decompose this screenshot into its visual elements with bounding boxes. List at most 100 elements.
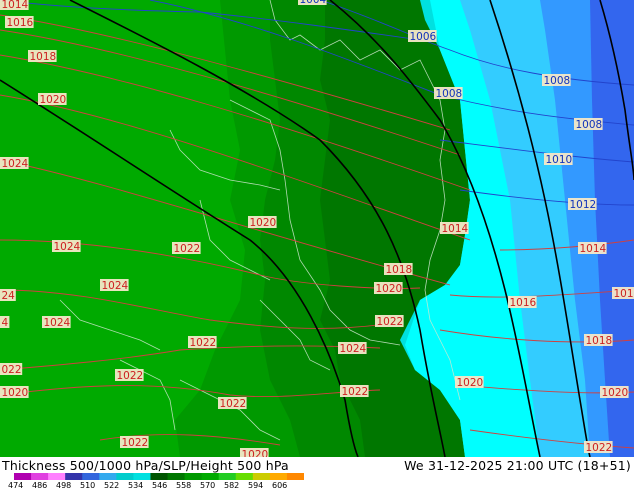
- svg-text:1020: 1020: [376, 283, 403, 295]
- isobar-label: 1020: [248, 216, 277, 229]
- svg-text:1012: 1012: [570, 199, 597, 211]
- isobar-label: 1022: [340, 385, 369, 398]
- isobar-label: 1020: [600, 386, 629, 399]
- svg-text:1014: 1014: [580, 243, 607, 255]
- isobar-label: 1006: [408, 30, 437, 43]
- colorbar-swatch: [65, 473, 83, 480]
- colorbar-tick: 558: [176, 481, 192, 490]
- svg-text:1024: 1024: [2, 158, 29, 170]
- isobar-label: 1018: [384, 263, 413, 276]
- svg-text:1008: 1008: [544, 75, 571, 87]
- colorbar-swatch: [218, 473, 237, 480]
- valid-time: We 31-12-2025 21:00 UTC (18+51): [404, 458, 631, 473]
- svg-text:1020: 1020: [40, 94, 67, 106]
- svg-text:1008: 1008: [436, 88, 463, 100]
- colorbar-tick: 594: [248, 481, 264, 490]
- thickness-colorbar: [14, 473, 304, 480]
- svg-text:1014: 1014: [442, 223, 469, 235]
- colorbar-tick: 510: [80, 481, 96, 490]
- colorbar-swatch: [133, 473, 151, 480]
- colorbar-swatch: [31, 473, 49, 480]
- isobar-label: 1010: [544, 153, 573, 166]
- svg-text:4: 4: [2, 317, 9, 329]
- colorbar-swatch: [235, 473, 254, 480]
- svg-text:1018: 1018: [30, 51, 57, 63]
- isobar-label: 1024: [52, 240, 81, 253]
- isobar-label: 1022: [218, 397, 247, 410]
- svg-text:1016: 1016: [510, 297, 537, 309]
- svg-text:1022: 1022: [174, 243, 201, 255]
- svg-text:1022: 1022: [342, 386, 369, 398]
- svg-text:1024: 1024: [44, 317, 71, 329]
- svg-text:1020: 1020: [602, 387, 629, 399]
- colorbar-tick: 498: [56, 481, 72, 490]
- svg-text:1024: 1024: [340, 343, 367, 355]
- svg-text:1022: 1022: [122, 437, 149, 449]
- colorbar-swatch: [82, 473, 100, 480]
- colorbar-swatch: [167, 473, 186, 480]
- colorbar-tick: 534: [128, 481, 144, 490]
- weather-map: 1014 1016 1018 1020 1024 1024 1022 1024 24 4 1024 0…: [0, 0, 634, 457]
- isobar-label: 1014: [578, 242, 607, 255]
- isobar-label: 1024: [100, 279, 129, 292]
- isobar-label: 1018: [584, 334, 613, 347]
- colorbar-tick: 570: [200, 481, 216, 490]
- colorbar-swatch: [116, 473, 134, 480]
- isobar-label: 1020: [374, 282, 403, 295]
- isobar-label: 1008: [574, 118, 603, 131]
- isobar-label: 1016: [5, 16, 34, 29]
- isobar-label: 1024: [42, 316, 71, 329]
- colorbar-tick: 522: [104, 481, 120, 490]
- colorbar-swatch: [99, 473, 117, 480]
- isobar-label: 1024: [0, 157, 29, 170]
- svg-text:1018: 1018: [386, 264, 413, 276]
- svg-text:1022: 1022: [377, 316, 404, 328]
- map-footer: Thickness 500/1000 hPa/SLP/Height 500 hP…: [0, 457, 634, 490]
- colorbar-tick: 582: [224, 481, 240, 490]
- isobar-label: 1022: [584, 441, 613, 454]
- isobar-label: 1014: [0, 0, 29, 11]
- svg-text:022: 022: [2, 364, 22, 376]
- colorbar-swatch: [269, 473, 288, 480]
- isobar-label: 1018: [28, 50, 57, 63]
- isobar-label: 1008: [434, 87, 463, 100]
- svg-text:24: 24: [2, 290, 16, 302]
- isobar-label: 022: [0, 363, 23, 376]
- isobar-label: 1012: [568, 198, 597, 211]
- svg-text:1024: 1024: [102, 280, 129, 292]
- svg-text:1022: 1022: [220, 398, 247, 410]
- colorbar-tick: 474: [8, 481, 24, 490]
- colorbar-tick: 546: [152, 481, 168, 490]
- svg-text:1016: 1016: [7, 17, 34, 29]
- isobar-label: 1008: [542, 74, 571, 87]
- colorbar-tick: 486: [32, 481, 48, 490]
- colorbar-swatch: [48, 473, 66, 480]
- isobar-label: 1022: [172, 242, 201, 255]
- isobar-label: 1016: [508, 296, 537, 309]
- colorbar-swatch: [286, 473, 304, 480]
- svg-text:1004: 1004: [300, 0, 327, 6]
- isobar-label: 101: [612, 287, 634, 300]
- colorbar-swatch: [150, 473, 169, 480]
- isobar-label: 1014: [440, 222, 469, 235]
- isobar-label: 4: [0, 316, 10, 329]
- isobar-label: 1022: [120, 436, 149, 449]
- svg-text:1006: 1006: [410, 31, 437, 43]
- isobar-label: 1020: [240, 448, 269, 457]
- isobar-label: 1020: [0, 386, 29, 399]
- colorbar-swatch: [201, 473, 220, 480]
- colorbar-swatch: [184, 473, 203, 480]
- svg-text:1008: 1008: [576, 119, 603, 131]
- svg-text:1020: 1020: [457, 377, 484, 389]
- svg-text:1014: 1014: [2, 0, 29, 11]
- isobar-label: 24: [0, 289, 16, 302]
- colorbar-swatch: [252, 473, 271, 480]
- isobar-label: 1022: [115, 369, 144, 382]
- map-title: Thickness 500/1000 hPa/SLP/Height 500 hP…: [2, 458, 289, 473]
- svg-text:1022: 1022: [117, 370, 144, 382]
- isobar-label: 1024: [338, 342, 367, 355]
- colorbar-swatch: [14, 473, 32, 480]
- isobar-label: 1020: [455, 376, 484, 389]
- svg-text:1010: 1010: [546, 154, 573, 166]
- isobar-label: 1020: [38, 93, 67, 106]
